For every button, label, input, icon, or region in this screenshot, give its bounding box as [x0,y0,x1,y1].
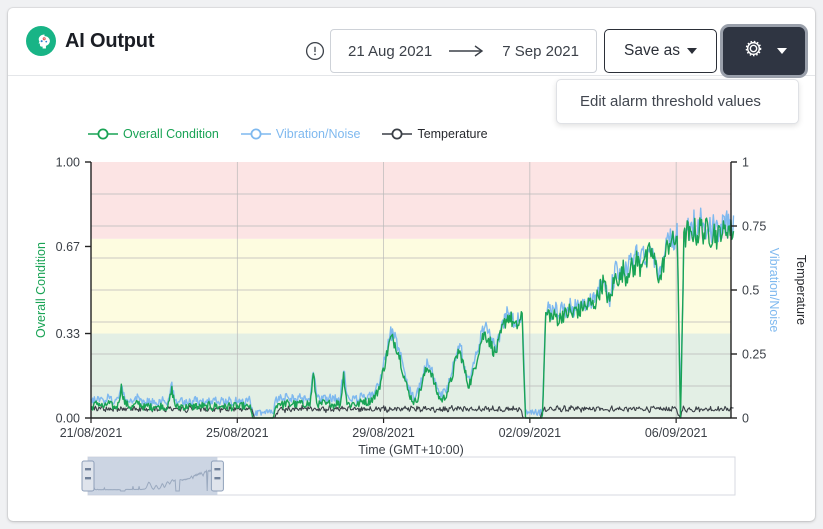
settings-dropdown-menu: Edit alarm threshold values [556,79,799,124]
tick-label-x: 06/09/2021 [645,426,708,440]
range-handle-grip [214,468,221,471]
tick-label-x: 29/08/2021 [352,426,415,440]
settings-menu-button[interactable] [723,27,805,75]
tick-label-right: 0.25 [742,348,766,362]
axis-label-left: Overall Condition [34,242,48,338]
gear-icon [742,37,765,65]
tick-label-left: 0.67 [56,240,80,254]
tick-label-right: 0.5 [742,284,759,298]
info-circle-icon[interactable] [305,41,325,61]
axis-label-x: Time (GMT+10:00) [358,443,463,457]
save-as-button[interactable]: Save as [604,29,717,73]
tick-label-right: 0.75 [742,220,766,234]
chart-region: Overall Condition Vibration/Noise Temper… [8,77,815,521]
tick-label-x: 25/08/2021 [206,426,269,440]
date-arrow-icon [448,44,486,58]
axis-label-right-temperature: Temperature [794,255,808,325]
brand: AI Output [26,26,154,56]
range-handle-grip [85,477,91,480]
tick-label-x: 21/08/2021 [60,426,123,440]
tick-label-left: 0.33 [56,327,80,341]
menu-item-edit-alarm-threshold[interactable]: Edit alarm threshold values [557,80,798,123]
date-to[interactable]: 7 Sep 2021 [502,43,579,60]
chart-plot[interactable]: 0.00 0.33 0.67 1.00 0 0.25 0.5 0.75 1 21/08/2021 2… [8,77,815,521]
ai-brain-icon [26,26,56,56]
page-title: AI Output [65,29,155,52]
tick-label-x: 02/09/2021 [499,426,562,440]
range-handle-left[interactable] [81,460,95,492]
range-handle-grip [85,468,91,471]
tick-label-left: 1.00 [56,156,80,170]
alarm-band-alarm [91,162,731,239]
axis-label-right-vibration: Vibration/Noise [767,248,781,333]
save-as-label: Save as [623,42,680,59]
header-bar: AI Output 21 Aug 2021 7 Sep 2021 Save as [8,8,815,124]
range-handle-right[interactable] [210,460,224,492]
date-range-picker[interactable]: 21 Aug 2021 7 Sep 2021 [330,29,597,73]
tick-label-left: 0.00 [56,412,80,426]
range-handle-grip [214,477,221,480]
ai-output-card: AI Output 21 Aug 2021 7 Sep 2021 Save as [8,8,815,521]
tick-label-right: 0 [742,412,749,426]
date-from[interactable]: 21 Aug 2021 [348,43,432,60]
chevron-down-icon [687,48,697,54]
tick-label-right: 1 [742,156,749,170]
chevron-down-icon [776,48,787,54]
